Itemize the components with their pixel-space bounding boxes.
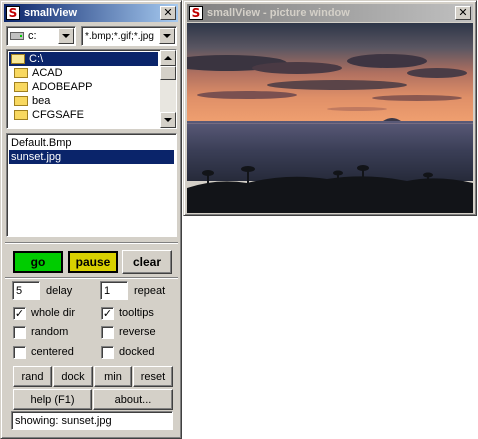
reset-button[interactable]: reset: [133, 366, 173, 387]
about-button-label: about...: [114, 393, 152, 406]
delay-label: delay: [46, 285, 73, 297]
folder-list-scrollbar[interactable]: [160, 50, 176, 128]
smallview-app-icon[interactable]: S: [189, 6, 203, 20]
go-button[interactable]: go: [13, 251, 63, 273]
sunset-image: [187, 23, 473, 213]
main-window: S smallView ✕ c: *.bmp;*.gif;*.jpg C:\ A…: [0, 0, 182, 439]
random-label: random: [31, 326, 69, 338]
help-button-label: help (F1): [30, 393, 75, 406]
clear-button-label: clear: [132, 255, 162, 269]
repeat-input-value: 1: [104, 284, 111, 297]
close-icon[interactable]: ✕: [160, 6, 176, 20]
repeat-input[interactable]: 1: [100, 281, 128, 300]
sunset-picture: [187, 23, 473, 213]
drive-select-value: c:: [28, 30, 37, 42]
picture-title-bar[interactable]: S smallView - picture window ✕: [187, 4, 473, 22]
file-item[interactable]: sunset.jpg: [9, 150, 174, 164]
min-button-label: min: [104, 370, 122, 383]
about-button[interactable]: about...: [93, 389, 173, 410]
smallview-app-icon[interactable]: S: [6, 6, 20, 20]
help-button[interactable]: help (F1): [13, 389, 92, 410]
file-item[interactable]: Default.Bmp: [9, 136, 174, 150]
drive-select[interactable]: c:: [6, 26, 76, 46]
docked-label: docked: [119, 346, 155, 358]
tooltips-label: tooltips: [119, 307, 154, 319]
main-title-bar[interactable]: S smallView ✕: [4, 4, 178, 22]
delay-input-value: 5: [16, 284, 23, 297]
close-icon[interactable]: ✕: [455, 6, 471, 20]
folder-open-icon: [11, 54, 25, 64]
chevron-down-icon[interactable]: [58, 28, 74, 44]
picture-window-title: smallView - picture window: [207, 7, 350, 19]
scroll-down-icon[interactable]: [160, 112, 176, 128]
centered-checkbox[interactable]: [13, 346, 26, 359]
file-item-label: sunset.jpg: [11, 151, 62, 163]
hard-drive-icon: [10, 32, 24, 40]
whole-dir-label: whole dir: [31, 307, 76, 319]
folder-item-label: ACAD: [32, 67, 63, 79]
folder-item-acad[interactable]: ACAD: [9, 66, 158, 80]
folder-item-bea[interactable]: bea: [9, 94, 158, 108]
folder-item-label: C:\: [29, 53, 44, 65]
scroll-up-icon[interactable]: [160, 50, 176, 66]
centered-label: centered: [31, 346, 74, 358]
folder-item-cfgsafe[interactable]: CFGSAFE: [9, 108, 158, 122]
reset-button-label: reset: [140, 370, 166, 383]
scroll-thumb[interactable]: [160, 66, 176, 80]
folder-item-root[interactable]: C:\: [9, 52, 158, 66]
folder-list[interactable]: C:\ ACAD ADOBEAPP bea CFGSAFE: [6, 49, 177, 129]
status-field: showing: sunset.jpg: [11, 411, 173, 430]
pause-button-label: pause: [75, 255, 111, 269]
reverse-label: reverse: [119, 326, 156, 338]
folder-item-adobeapp[interactable]: ADOBEAPP: [9, 80, 158, 94]
separator: [5, 242, 178, 244]
docked-checkbox[interactable]: [101, 346, 114, 359]
tooltips-checkbox[interactable]: ✓: [101, 307, 114, 320]
whole-dir-checkbox[interactable]: ✓: [13, 307, 26, 320]
folder-icon: [14, 68, 28, 78]
min-button[interactable]: min: [94, 366, 132, 387]
random-checkbox[interactable]: [13, 326, 26, 339]
delay-input[interactable]: 5: [12, 281, 40, 300]
chevron-down-icon[interactable]: [159, 28, 175, 44]
reverse-checkbox[interactable]: [101, 326, 114, 339]
main-window-title: smallView: [24, 7, 77, 19]
file-filter-select[interactable]: *.bmp;*.gif;*.jpg: [81, 26, 177, 46]
pause-button[interactable]: pause: [68, 251, 118, 273]
folder-item-label: ADOBEAPP: [32, 81, 93, 93]
go-button-label: go: [30, 255, 46, 269]
folder-item-label: CFGSAFE: [32, 109, 84, 121]
file-item-label: Default.Bmp: [11, 137, 72, 149]
folder-icon: [14, 96, 28, 106]
dock-button-label: dock: [61, 370, 85, 383]
dock-button[interactable]: dock: [53, 366, 93, 387]
file-list[interactable]: Default.Bmp sunset.jpg: [6, 133, 177, 237]
picture-window: S smallView - picture window ✕: [183, 0, 477, 216]
folder-item-label: bea: [32, 95, 51, 107]
repeat-label: repeat: [134, 285, 166, 297]
rand-button[interactable]: rand: [13, 366, 52, 387]
clear-button[interactable]: clear: [122, 250, 172, 274]
rand-button-label: rand: [21, 370, 44, 383]
folder-icon: [14, 110, 28, 120]
file-filter-value: *.bmp;*.gif;*.jpg: [85, 30, 154, 42]
folder-icon: [14, 82, 28, 92]
status-text: showing: sunset.jpg: [15, 414, 112, 427]
separator: [5, 277, 178, 279]
